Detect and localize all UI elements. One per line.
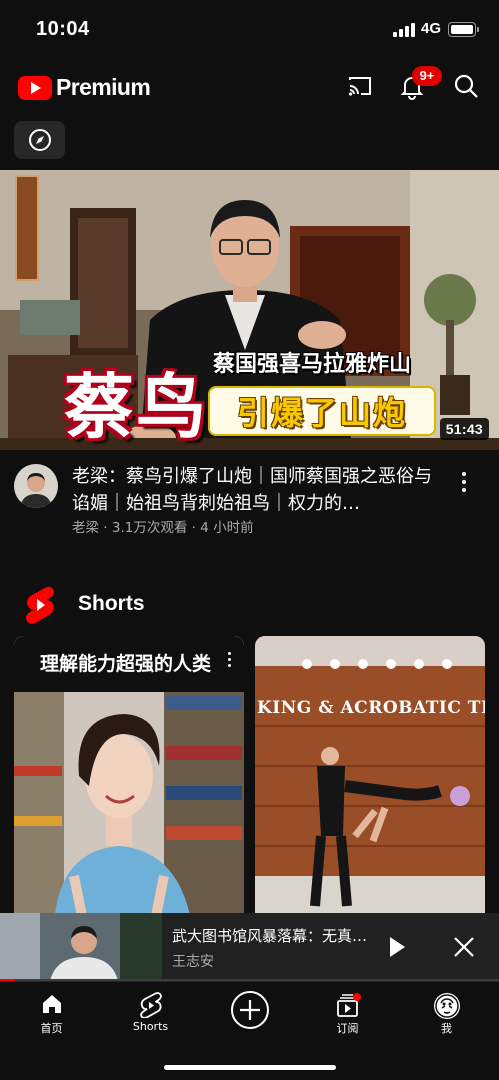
- video-title[interactable]: 老梁：蔡鸟引爆了山炮｜国师蔡国强之恶俗与谄媚｜始祖鸟背刺始祖鸟｜权力的…: [72, 463, 442, 517]
- shorts-section-header: Shorts: [0, 582, 499, 626]
- logo-text: Premium: [56, 74, 151, 100]
- mini-player[interactable]: 武大图书馆风暴落幕：无真… 王志安: [0, 913, 499, 981]
- subscriptions-icon: [336, 993, 361, 1017]
- short-caption-bar: 理解能力超强的人类: [14, 636, 244, 692]
- channel-avatar[interactable]: [14, 464, 58, 508]
- nav-label: 订阅: [336, 1022, 359, 1035]
- youtube-premium-logo[interactable]: Premium: [18, 74, 151, 101]
- nav-label: 我: [441, 1022, 452, 1035]
- nav-shorts[interactable]: Shorts: [101, 982, 200, 1042]
- notification-badge: 9+: [412, 66, 442, 86]
- app-header: Premium 9+: [0, 58, 499, 114]
- nav-subscriptions[interactable]: 订阅: [298, 982, 397, 1042]
- thumbnail-subtitle: 蔡国强喜马拉雅炸山: [213, 352, 412, 377]
- shorts-title: Shorts: [78, 592, 145, 615]
- short-card[interactable]: 理解能力超强的人类: [14, 636, 244, 926]
- youtube-logo-icon: [18, 75, 52, 100]
- avatar-icon: [433, 993, 460, 1019]
- thumbnail-big-text: 蔡鸟: [64, 366, 208, 448]
- mini-player-channel: 王志安: [172, 954, 214, 970]
- video-meta: 老梁 · 3.1万次观看 · 4 小时前: [72, 520, 254, 536]
- video-info: 老梁：蔡鸟引爆了山炮｜国师蔡国强之恶俗与谄媚｜始祖鸟背刺始祖鸟｜权力的… 老梁 …: [0, 450, 499, 550]
- thumbnail-highlight-box: 引爆了山炮: [208, 386, 436, 436]
- signal-icon: [393, 23, 415, 37]
- nav-create[interactable]: [200, 982, 299, 1042]
- explore-button[interactable]: [14, 121, 65, 159]
- nav-home[interactable]: 首页: [2, 982, 101, 1042]
- shorts-icon: [139, 992, 162, 1018]
- thumbnail-highlight-text: 引爆了山炮: [236, 394, 407, 432]
- battery-icon: [448, 22, 479, 37]
- close-icon[interactable]: [452, 935, 476, 959]
- mini-thumbnail-scene: [0, 913, 162, 981]
- short-more-options-icon[interactable]: [226, 650, 234, 670]
- short-banner-text: KING & ACROBATIC TEAM 1LL: [257, 698, 485, 718]
- nav-label: 首页: [40, 1022, 63, 1035]
- avatar-image: [14, 464, 58, 508]
- status-time: 10:04: [36, 18, 90, 40]
- short-caption: 理解能力超强的人类: [40, 653, 212, 675]
- nav-label: Shorts: [132, 1020, 169, 1033]
- short-card[interactable]: KING & ACROBATIC TEAM 1LL: [255, 636, 485, 926]
- more-options-icon[interactable]: [456, 470, 472, 494]
- mini-player-title: 武大图书馆风暴落幕：无真…: [172, 927, 368, 945]
- mini-player-thumbnail[interactable]: [0, 913, 162, 981]
- network-label: 4G: [421, 20, 442, 37]
- duration-badge: 51:43: [439, 418, 489, 440]
- search-icon[interactable]: [452, 72, 480, 100]
- cast-icon[interactable]: [346, 72, 374, 100]
- status-bar: 10:04 4G: [0, 0, 499, 58]
- shorts-logo-icon: [26, 586, 54, 624]
- video-thumbnail[interactable]: 蔡国强喜马拉雅炸山 蔡鸟 引爆了山炮 51:43: [0, 170, 499, 450]
- play-icon[interactable]: [387, 935, 407, 959]
- compass-icon: [28, 129, 51, 151]
- create-icon: [230, 991, 269, 1029]
- home-indicator: [164, 1065, 336, 1070]
- nav-you[interactable]: 我: [397, 982, 496, 1042]
- short-thumbnail: [255, 636, 485, 926]
- home-icon: [42, 995, 61, 1013]
